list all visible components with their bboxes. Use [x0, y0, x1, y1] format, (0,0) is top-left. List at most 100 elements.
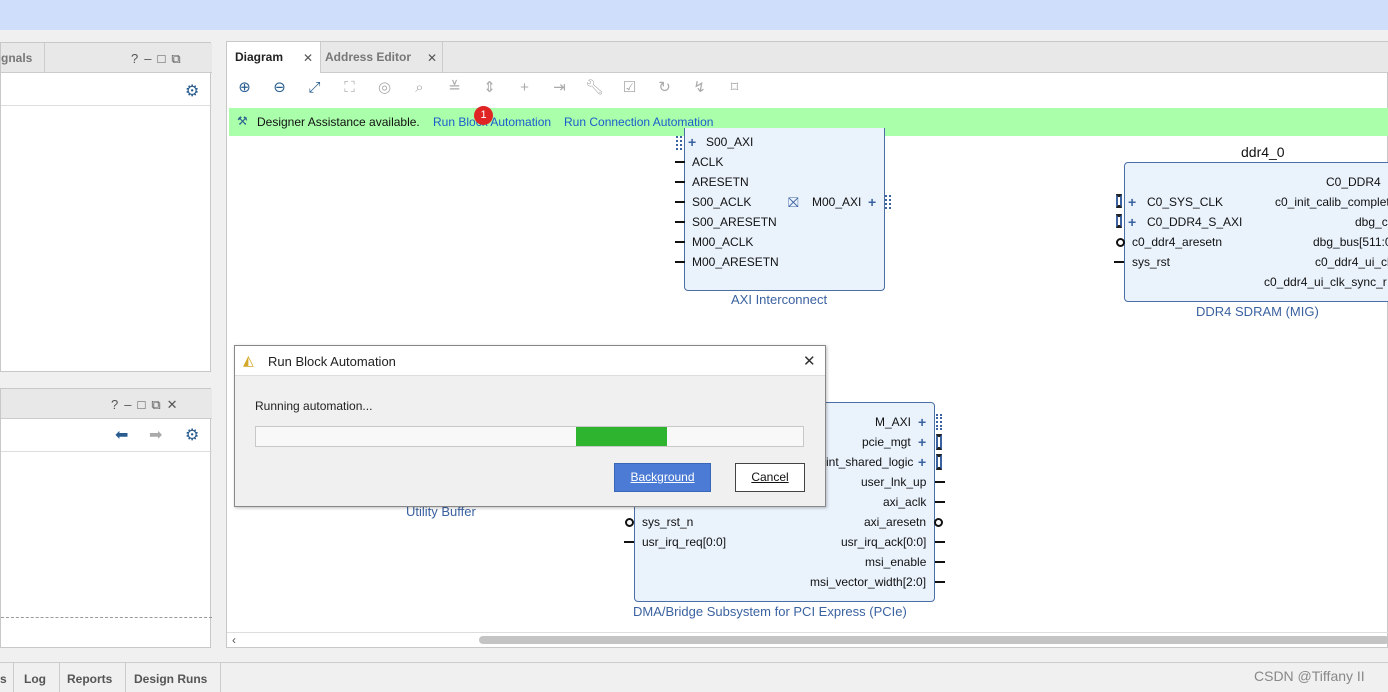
- bottom-status-bar: s Log Reports Design Runs CSDN @Tiffany …: [0, 662, 1388, 692]
- block-title: DMA/Bridge Subsystem for PCI Express (PC…: [633, 604, 907, 619]
- optimize-routing-icon[interactable]: ↯: [682, 78, 717, 96]
- port-bus-marker: [676, 136, 682, 150]
- expand-icon[interactable]: ⇕: [472, 78, 507, 96]
- tab-signals[interactable]: gnals: [1, 51, 32, 65]
- watermark: CSDN @Tiffany II: [1254, 668, 1365, 684]
- status-tab-reports[interactable]: Reports: [67, 672, 112, 686]
- fit-selection-icon[interactable]: ⛶: [332, 79, 367, 96]
- back-arrow-icon[interactable]: ⬅: [115, 425, 128, 445]
- status-tab[interactable]: s: [0, 672, 7, 686]
- collapse-icon[interactable]: ≚: [437, 78, 472, 96]
- tab-address-editor[interactable]: Address Editor ✕: [321, 42, 443, 73]
- wand-icon: ⚒: [237, 114, 248, 128]
- maximize-icon[interactable]: □: [137, 397, 145, 412]
- fit-view-icon[interactable]: ⤢: [297, 79, 332, 96]
- add-ip-icon[interactable]: +: [507, 79, 542, 96]
- title-bar: [0, 0, 1388, 30]
- port-label: ARESETN: [692, 175, 749, 189]
- float-icon[interactable]: ⧉: [171, 51, 180, 67]
- status-tab-log[interactable]: Log: [24, 672, 46, 686]
- close-icon[interactable]: ✕: [427, 51, 437, 65]
- left-bottom-panel: ? – □ ⧉ ✕ ⬅ ➡ ⚙: [0, 388, 212, 648]
- port-label: user_lnk_up: [861, 475, 927, 489]
- plus-icon[interactable]: +: [918, 414, 926, 430]
- properties-icon[interactable]: 🔧︎: [577, 78, 612, 96]
- validate-icon[interactable]: ☑: [612, 78, 647, 96]
- port-label: axi_aclk: [883, 495, 927, 509]
- progress-fill: [576, 427, 667, 446]
- port-label: usr_irq_ack[0:0]: [841, 535, 927, 549]
- close-icon[interactable]: ✕: [167, 397, 178, 413]
- port-label: M_AXI: [875, 415, 912, 429]
- port-label: M00_ARESETN: [692, 255, 779, 269]
- port-label: ACLK: [692, 155, 724, 169]
- port-label: usr_irq_req[0:0]: [642, 535, 727, 549]
- status-tab-design-runs[interactable]: Design Runs: [134, 672, 207, 686]
- port-label: M00_ACLK: [692, 235, 754, 249]
- tab-label: Address Editor: [325, 50, 412, 64]
- port-label: S00_ARESETN: [692, 215, 777, 229]
- vivado-logo-icon: ◭: [243, 352, 254, 368]
- close-icon[interactable]: ✕: [303, 51, 313, 65]
- run-connection-automation-link[interactable]: Run Connection Automation: [564, 115, 713, 129]
- port-label: C0_DDR4: [1326, 175, 1381, 189]
- zoom-out-icon[interactable]: ⊖: [262, 78, 297, 96]
- close-icon[interactable]: ✕: [803, 352, 816, 370]
- tab-diagram[interactable]: Diagram ✕: [227, 42, 321, 73]
- notification-badge: 1: [474, 106, 493, 125]
- port-label: axi_aresetn: [864, 515, 927, 529]
- plus-icon[interactable]: +: [1128, 194, 1136, 210]
- port-bus-marker: [885, 195, 891, 209]
- horizontal-scrollbar[interactable]: ‹: [227, 632, 1388, 647]
- plus-icon[interactable]: +: [688, 134, 696, 150]
- assist-text: Designer Assistance available.: [257, 115, 420, 129]
- port-label: pcie_mgt: [862, 435, 911, 449]
- dialog-title: Run Block Automation: [268, 354, 396, 369]
- port-label: c0_ddr4_ui_clk_sync_r: [1264, 275, 1387, 289]
- block-title: DDR4 SDRAM (MIG): [1196, 304, 1319, 319]
- pin-icon[interactable]: ⌑: [717, 78, 752, 96]
- port-label: int_shared_logic: [826, 455, 914, 469]
- background-button-label: Background: [630, 470, 695, 484]
- question-icon[interactable]: ?: [131, 51, 138, 66]
- float-icon[interactable]: ⧉: [151, 397, 160, 413]
- port-label: sys_rst_n: [642, 515, 694, 529]
- dialog-title-bar: ◭ Run Block Automation ✕: [235, 346, 825, 376]
- regenerate-icon[interactable]: ↻: [647, 78, 682, 96]
- dashed-divider: [1, 617, 212, 618]
- port-label: C0_DDR4_S_AXI: [1147, 215, 1243, 229]
- forward-arrow-icon[interactable]: ➡: [149, 425, 162, 445]
- background-button[interactable]: Background: [614, 463, 711, 492]
- plus-icon[interactable]: +: [1128, 214, 1136, 230]
- cancel-button[interactable]: Cancel: [735, 463, 805, 492]
- left-top-panel: gnals ? – □ ⧉ ⚙: [0, 42, 212, 372]
- run-block-automation-dialog: ◭ Run Block Automation ✕ Running automat…: [234, 345, 826, 507]
- port-label: c0_init_calib_complet: [1275, 195, 1388, 209]
- auto-connect-icon[interactable]: ◎: [367, 78, 402, 96]
- search-icon[interactable]: ⌕: [402, 79, 437, 96]
- maximize-icon[interactable]: □: [157, 51, 165, 66]
- scroll-left-icon[interactable]: ‹: [232, 633, 236, 647]
- cancel-button-label: Cancel: [751, 470, 789, 484]
- progress-bar: [255, 426, 804, 447]
- port-label: msi_enable: [865, 555, 927, 569]
- block-title: AXI Interconnect: [731, 292, 828, 307]
- block-instance-name: ddr4_0: [1241, 144, 1285, 160]
- gear-icon[interactable]: ⚙: [185, 425, 199, 445]
- tab-label: Diagram: [235, 50, 284, 64]
- gear-icon[interactable]: ⚙: [185, 81, 199, 101]
- plus-icon[interactable]: +: [868, 194, 876, 210]
- port-label: msi_vector_width[2:0]: [810, 575, 927, 589]
- question-icon[interactable]: ?: [111, 397, 118, 412]
- scroll-thumb[interactable]: [479, 636, 1388, 644]
- plus-icon[interactable]: +: [918, 454, 926, 470]
- diagram-toolbar: ⊕ ⊖ ⤢ ⛶ ◎ ⌕ ≚ ⇕ + ⇥ 🔧︎ ☑ ↻ ↯ ⌑: [227, 78, 752, 100]
- make-external-icon[interactable]: ⇥: [542, 78, 577, 96]
- zoom-in-icon[interactable]: ⊕: [227, 78, 262, 96]
- minimize-icon[interactable]: –: [124, 397, 131, 412]
- port-label: S00_AXI: [706, 135, 754, 149]
- port-label: dbg_c: [1355, 215, 1388, 229]
- plus-icon[interactable]: +: [918, 434, 926, 450]
- minimize-icon[interactable]: –: [144, 51, 151, 66]
- port-label: M00_AXI: [812, 195, 862, 209]
